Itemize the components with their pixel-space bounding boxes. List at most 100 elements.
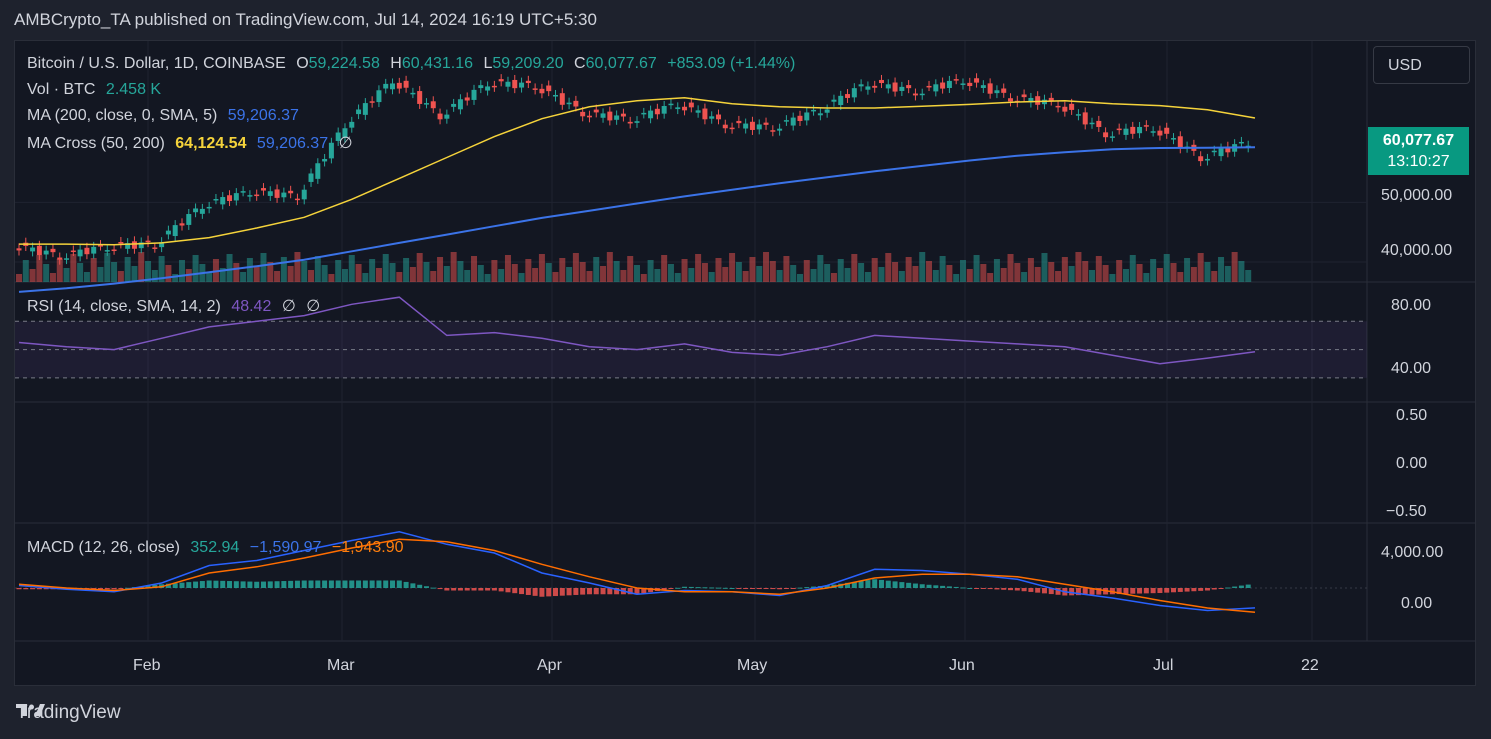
volume-bar <box>946 265 953 282</box>
publisher-line: AMBCrypto_TA published on TradingView.co… <box>14 10 597 29</box>
candle <box>206 206 212 209</box>
volume-label[interactable]: Vol · BTC <box>27 81 95 98</box>
rsi-extra-2: ∅ <box>306 298 321 315</box>
macd-label[interactable]: MACD (12, 26, close) <box>27 539 180 556</box>
time-axis-label: 22 <box>1301 657 1319 674</box>
candle <box>729 127 735 130</box>
volume-bar <box>206 273 213 282</box>
symbol-title[interactable]: Bitcoin / U.S. Dollar, 1D, COINBASE <box>27 55 286 72</box>
macd-histogram-bar <box>254 581 260 588</box>
candle <box>736 120 742 124</box>
macd-histogram-bar <box>485 588 491 591</box>
candle <box>91 246 97 254</box>
macd-histogram-bar <box>519 588 525 595</box>
macd-histogram-bar <box>695 587 701 589</box>
candle <box>919 93 925 96</box>
macd-histogram-bar <box>573 588 579 595</box>
volume-bar <box>1143 273 1150 282</box>
volume-bar <box>450 252 457 282</box>
volume-bar <box>178 260 185 282</box>
candle <box>281 192 287 198</box>
volume-bar <box>1163 254 1170 282</box>
candle <box>1157 130 1163 136</box>
volume-bar <box>681 259 688 282</box>
volume-bar <box>246 258 253 282</box>
volume-bar <box>233 263 240 282</box>
tradingview-logo-icon <box>16 704 45 716</box>
candle <box>797 115 803 122</box>
candle <box>1150 131 1156 133</box>
candle <box>1008 98 1014 102</box>
macd-histogram-bar <box>199 581 205 588</box>
candle <box>817 113 823 116</box>
macd-histogram-bar <box>267 581 273 588</box>
volume-bar <box>566 267 573 282</box>
candle <box>953 79 959 81</box>
candle <box>376 90 382 103</box>
rsi-label[interactable]: RSI (14, close, SMA, 14, 2) <box>27 298 221 315</box>
candle <box>627 121 633 124</box>
volume-bar <box>1075 252 1082 282</box>
candle <box>199 208 205 214</box>
macd-line-value: −1,590.97 <box>249 539 322 556</box>
macd-histogram-bar <box>892 581 898 588</box>
volume-bar <box>613 261 620 282</box>
volume-bar <box>416 253 423 282</box>
candle <box>546 85 552 92</box>
candle <box>30 247 36 252</box>
volume-bar <box>1068 266 1075 282</box>
ma-label[interactable]: MA (200, close, 0, SMA, 5) <box>27 107 217 124</box>
macd-histogram-bar <box>783 588 789 589</box>
ma-cross-label[interactable]: MA Cross (50, 200) <box>27 135 165 152</box>
macd-histogram-bar <box>457 588 463 591</box>
volume-bar <box>301 261 308 282</box>
candle <box>165 230 171 235</box>
macd-histogram-bar <box>1232 586 1238 588</box>
volume-bar <box>240 272 247 282</box>
tradingview-brand[interactable]: TradingView <box>16 702 121 724</box>
macd-histogram-bar <box>1021 588 1027 592</box>
ma-cross-fast-value: 64,124.54 <box>175 135 247 152</box>
macd-histogram-bar <box>940 585 946 588</box>
volume-legend: Vol · BTC 2.458 K <box>27 81 167 99</box>
candle <box>1082 112 1088 125</box>
price-axis-label: 40,000.00 <box>1381 242 1453 259</box>
candle <box>1021 94 1027 98</box>
macd-histogram-bar <box>498 588 504 592</box>
volume-bar <box>49 273 56 282</box>
volume-bar <box>491 260 498 282</box>
macd-histogram-bar <box>532 588 538 596</box>
candle <box>620 113 626 117</box>
candle <box>457 99 463 110</box>
candle <box>783 120 789 122</box>
macd-histogram-bar <box>471 588 477 591</box>
volume-bar <box>355 264 362 282</box>
candle <box>220 197 226 205</box>
volume-bar <box>579 262 586 282</box>
volume-bar <box>810 269 817 282</box>
candle <box>654 108 660 115</box>
macd-histogram-bar <box>362 580 368 588</box>
candle <box>152 247 158 249</box>
volume-bar <box>22 260 29 282</box>
candle <box>559 93 565 105</box>
chart-frame[interactable]: Bitcoin / U.S. Dollar, 1D, COINBASE O59,… <box>14 40 1476 686</box>
currency-selector-button[interactable]: USD <box>1373 46 1470 84</box>
volume-bar <box>742 271 749 282</box>
macd-histogram-bar <box>1164 588 1170 593</box>
volume-bar <box>538 254 545 282</box>
volume-bar <box>898 271 905 282</box>
osc-axis-label: 0.00 <box>1396 455 1428 472</box>
volume-bar <box>321 265 328 282</box>
volume-bar <box>627 256 634 282</box>
candle <box>885 84 891 89</box>
time-axis-label: May <box>737 657 768 674</box>
volume-bar <box>104 253 111 282</box>
macd-histogram-bar <box>444 588 450 591</box>
open-label: O <box>296 55 309 72</box>
macd-histogram-bar <box>451 588 457 591</box>
volume-bar <box>369 259 376 282</box>
candle <box>36 245 42 256</box>
candle <box>417 91 423 104</box>
volume-bar <box>1061 257 1068 282</box>
